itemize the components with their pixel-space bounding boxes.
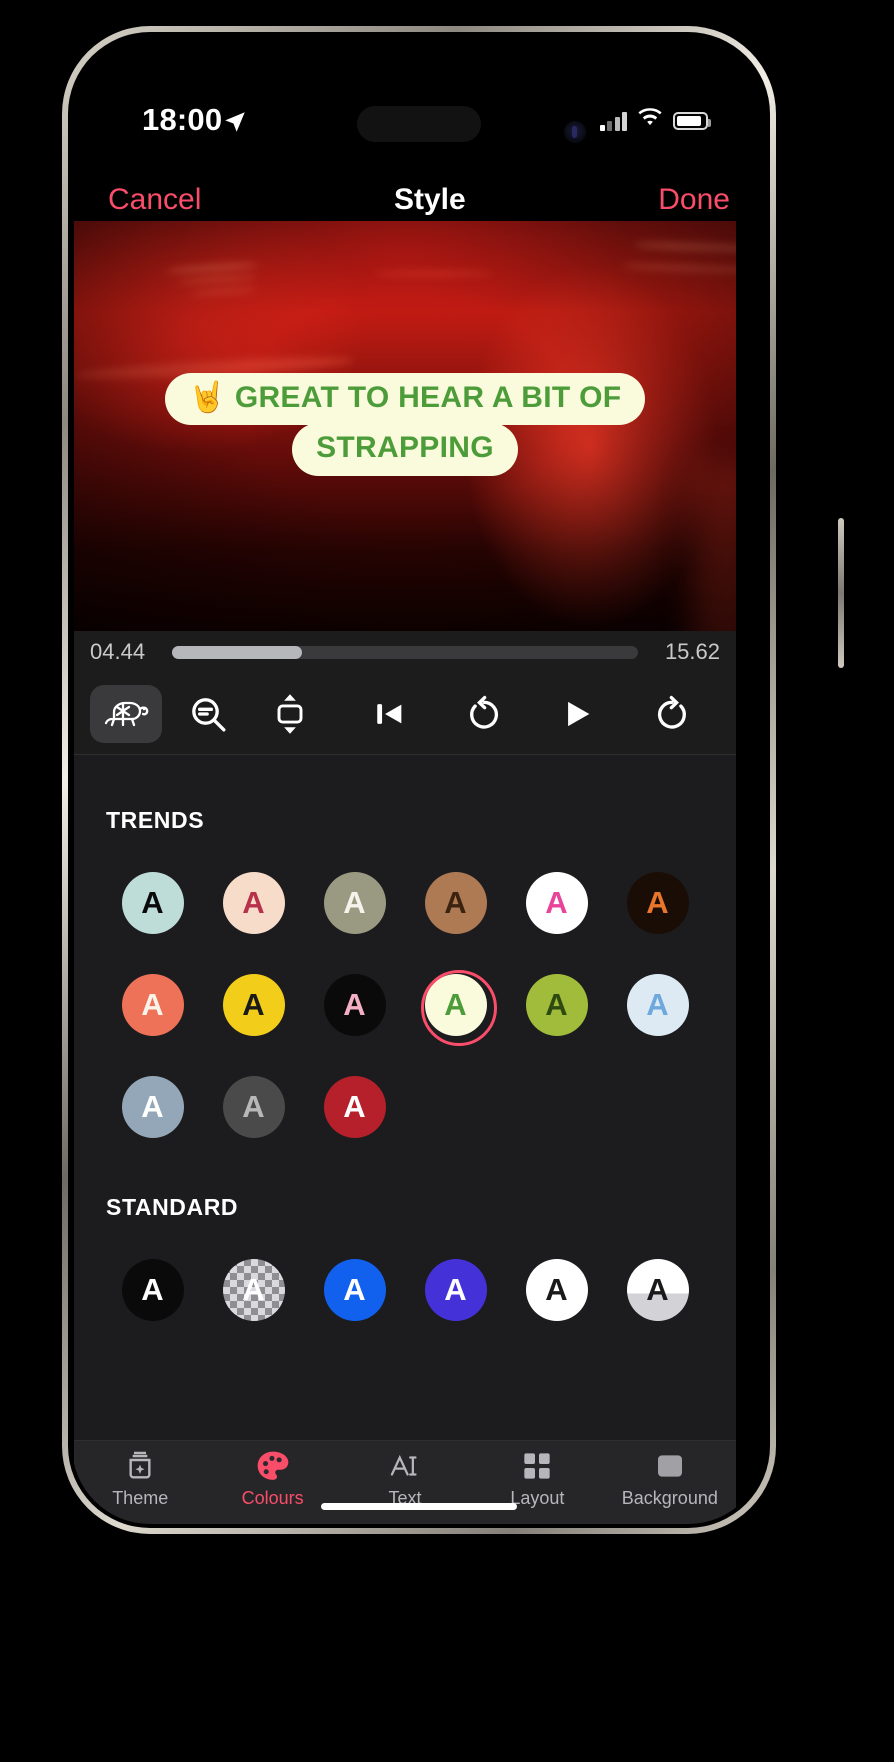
style-swatch[interactable]: A [219, 970, 289, 1040]
total-time-label: 15.62 [664, 639, 720, 664]
tab-theme[interactable]: Theme [74, 1449, 206, 1509]
screenshot-stage: 18:00 Cancel Style Done 🤘 GREAT TO HEAR … [0, 0, 894, 1762]
forward-loop-icon[interactable] [636, 685, 708, 743]
background-square-icon [654, 1449, 686, 1483]
palette-icon [255, 1449, 291, 1483]
playback-controls-right [354, 685, 736, 743]
current-time-label: 04.44 [90, 639, 146, 664]
skip-to-start-icon[interactable] [354, 685, 426, 743]
cancel-button[interactable]: Cancel [108, 183, 201, 217]
style-panel[interactable]: TRENDS AAAAAAAAAAAAAAA STANDARD AAAAAA [74, 755, 736, 1440]
style-swatch[interactable]: A [623, 868, 693, 938]
swatch-letter: A [222, 1076, 285, 1138]
grid-layout-icon [521, 1449, 553, 1483]
swatch-letter: A [222, 872, 285, 934]
wifi-icon [637, 108, 663, 133]
battery-icon [673, 111, 711, 130]
dynamic-island [357, 106, 481, 142]
playback-controls [74, 673, 736, 755]
swatch-letter: A [323, 872, 386, 934]
section-title-standard: STANDARD [106, 1194, 239, 1220]
preview-vignette [74, 221, 736, 631]
style-swatch[interactable]: A [219, 1072, 289, 1142]
style-swatch[interactable]: A [421, 868, 491, 938]
section-title-trends: TRENDS [106, 807, 205, 833]
swatch-grid-standard[interactable]: AAAAAA [102, 1255, 708, 1325]
swatch-grid-trends[interactable]: AAAAAAAAAAAAAAA [102, 868, 708, 1142]
progress-fill [172, 645, 303, 659]
style-swatch[interactable]: A [623, 970, 693, 1040]
tab-text[interactable]: Text [339, 1449, 471, 1509]
style-swatch[interactable]: A [219, 1255, 289, 1325]
progress-track[interactable] [172, 645, 638, 659]
tab-label: Layout [510, 1488, 565, 1508]
home-indicator[interactable] [321, 1503, 517, 1510]
style-swatch[interactable]: A [320, 970, 390, 1040]
swatch-letter: A [525, 872, 588, 934]
theme-sparkle-icon [124, 1449, 156, 1483]
rewind-loop-icon[interactable] [448, 685, 520, 743]
play-icon[interactable] [542, 685, 614, 743]
swatch-letter: A [121, 872, 184, 934]
style-swatch[interactable]: A [522, 970, 592, 1040]
fit-resize-icon[interactable] [254, 685, 326, 743]
swatch-letter: A [121, 1076, 184, 1138]
video-preview[interactable]: 🤘 GREAT TO HEAR A BIT OF STRAPPING [74, 221, 736, 631]
style-swatch[interactable]: A [320, 1072, 390, 1142]
phone-frame: 18:00 Cancel Style Done 🤘 GREAT TO HEAR … [62, 26, 844, 1534]
swatch-letter: A [424, 872, 487, 934]
swatch-letter: A [222, 974, 285, 1036]
swatch-letter: A [121, 974, 184, 1036]
swatch-letter: A [525, 1259, 588, 1321]
tab-label: Colours [241, 1488, 304, 1508]
playback-controls-left [74, 684, 326, 743]
bottom-tab-bar: Theme Colours Text Layout Background [74, 1440, 736, 1524]
location-arrow-icon [222, 109, 248, 140]
swatch-letter: A [323, 1259, 386, 1321]
phone-screen: 18:00 Cancel Style Done 🤘 GREAT TO HEAR … [72, 36, 766, 1524]
power-button[interactable] [838, 518, 844, 668]
cellular-bars-icon [599, 111, 627, 131]
style-swatch[interactable]: A [623, 1255, 693, 1325]
tab-background[interactable]: Background [604, 1449, 736, 1509]
style-swatch[interactable]: A [420, 970, 497, 1046]
swatch-letter: A [121, 1259, 184, 1321]
swatch-letter: A [323, 974, 386, 1036]
swatch-letter: A [323, 1076, 386, 1138]
swatch-letter: A [626, 872, 689, 934]
phone-bezel: 18:00 Cancel Style Done 🤘 GREAT TO HEAR … [68, 32, 770, 1528]
style-swatch[interactable]: A [118, 1072, 188, 1142]
tab-layout[interactable]: Layout [471, 1449, 603, 1509]
status-time: 18:00 [142, 102, 223, 137]
swatch-letter: A [222, 1259, 285, 1321]
style-swatch[interactable]: A [320, 868, 390, 938]
zoom-out-icon[interactable] [172, 685, 244, 743]
tab-label: Theme [112, 1488, 169, 1508]
style-swatch[interactable]: A [522, 1255, 592, 1325]
style-swatch[interactable]: A [118, 1255, 188, 1325]
text-cursor-icon [388, 1449, 422, 1483]
timeline-scrubber[interactable]: 04.44 15.62 [74, 631, 736, 673]
style-swatch[interactable]: A [320, 1255, 390, 1325]
swatch-letter: A [626, 974, 689, 1036]
tab-colours[interactable]: Colours [206, 1449, 338, 1509]
style-swatch[interactable]: A [421, 1255, 491, 1325]
swatch-letter: A [626, 1259, 689, 1321]
tab-label: Background [621, 1488, 718, 1508]
front-camera-icon [564, 121, 586, 143]
swatch-letter: A [424, 1259, 487, 1321]
swatch-letter: A [424, 974, 487, 1036]
style-swatch[interactable]: A [118, 970, 188, 1040]
style-swatch[interactable]: A [219, 868, 289, 938]
style-swatch[interactable]: A [522, 868, 592, 938]
style-swatch[interactable]: A [118, 868, 188, 938]
page-title: Style [393, 183, 466, 216]
status-right-cluster [599, 108, 711, 133]
done-button[interactable]: Done [658, 183, 730, 217]
swatch-letter: A [525, 974, 588, 1036]
slow-motion-turtle-icon[interactable] [90, 684, 162, 743]
